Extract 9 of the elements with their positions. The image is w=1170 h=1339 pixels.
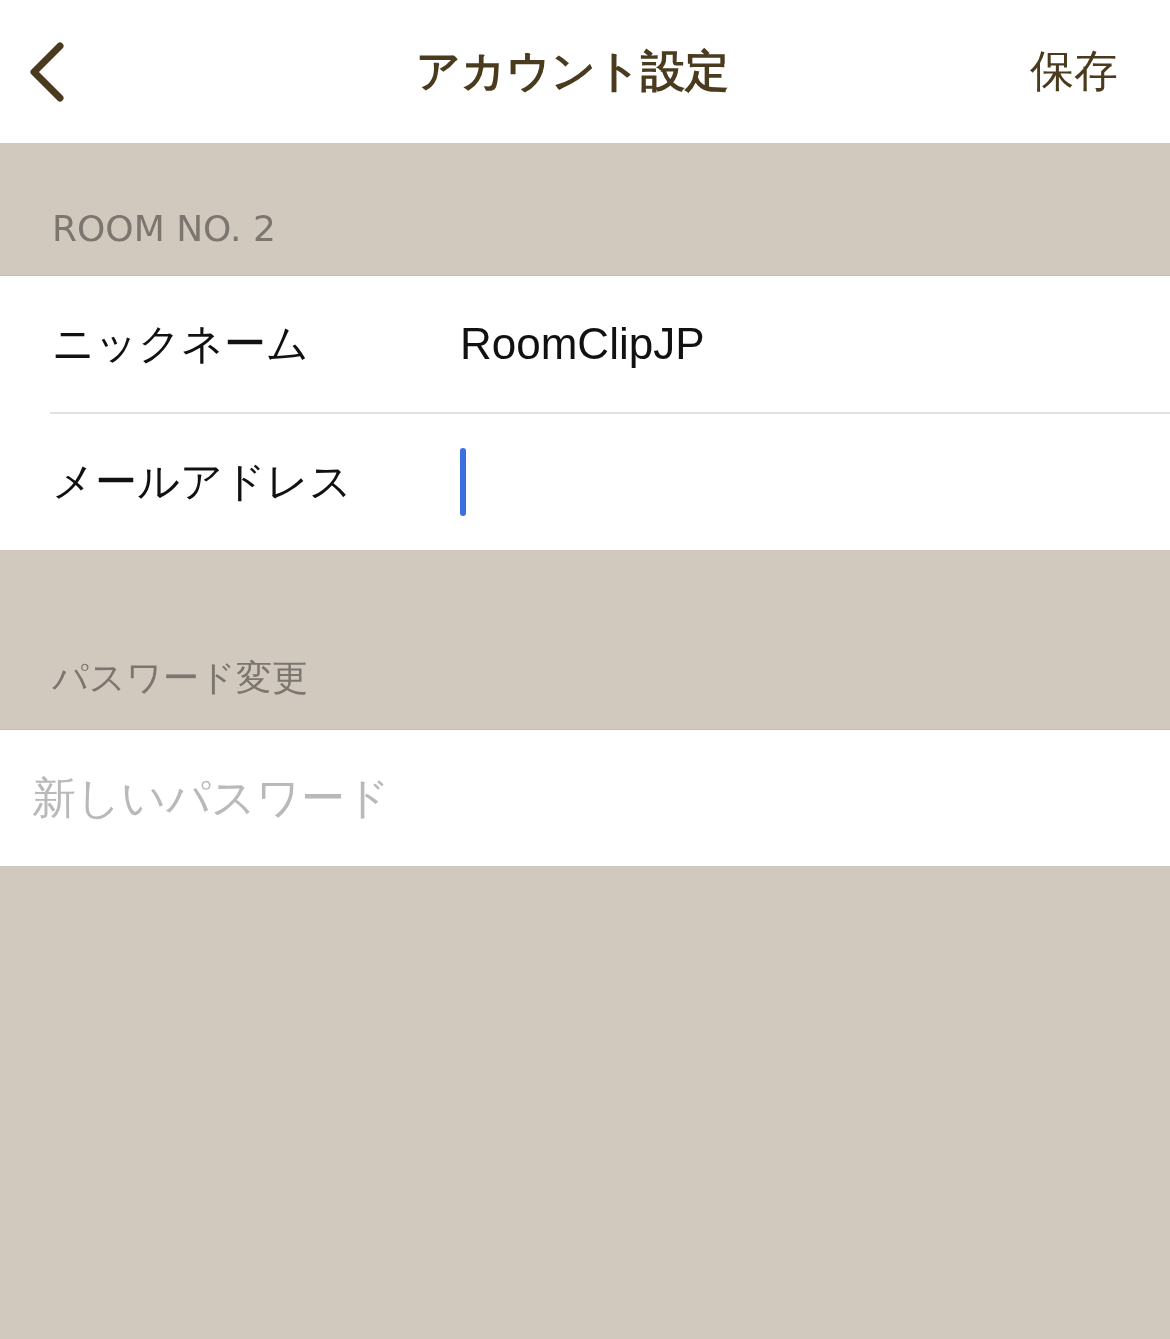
field-value: RoomClipJP [460,319,705,369]
save-button[interactable]: 保存 [1030,42,1118,101]
section-header: ROOM NO. 2 [52,208,276,249]
section-header: パスワード変更 [52,656,308,700]
field-label: メールアドレス [52,456,353,508]
placeholder-text: 新しいパスワード [32,770,390,825]
screen-title: アカウント設定 [415,44,729,98]
field-label: ニックネーム [52,318,310,370]
input-field[interactable]: RoomClipJP [460,304,1170,384]
